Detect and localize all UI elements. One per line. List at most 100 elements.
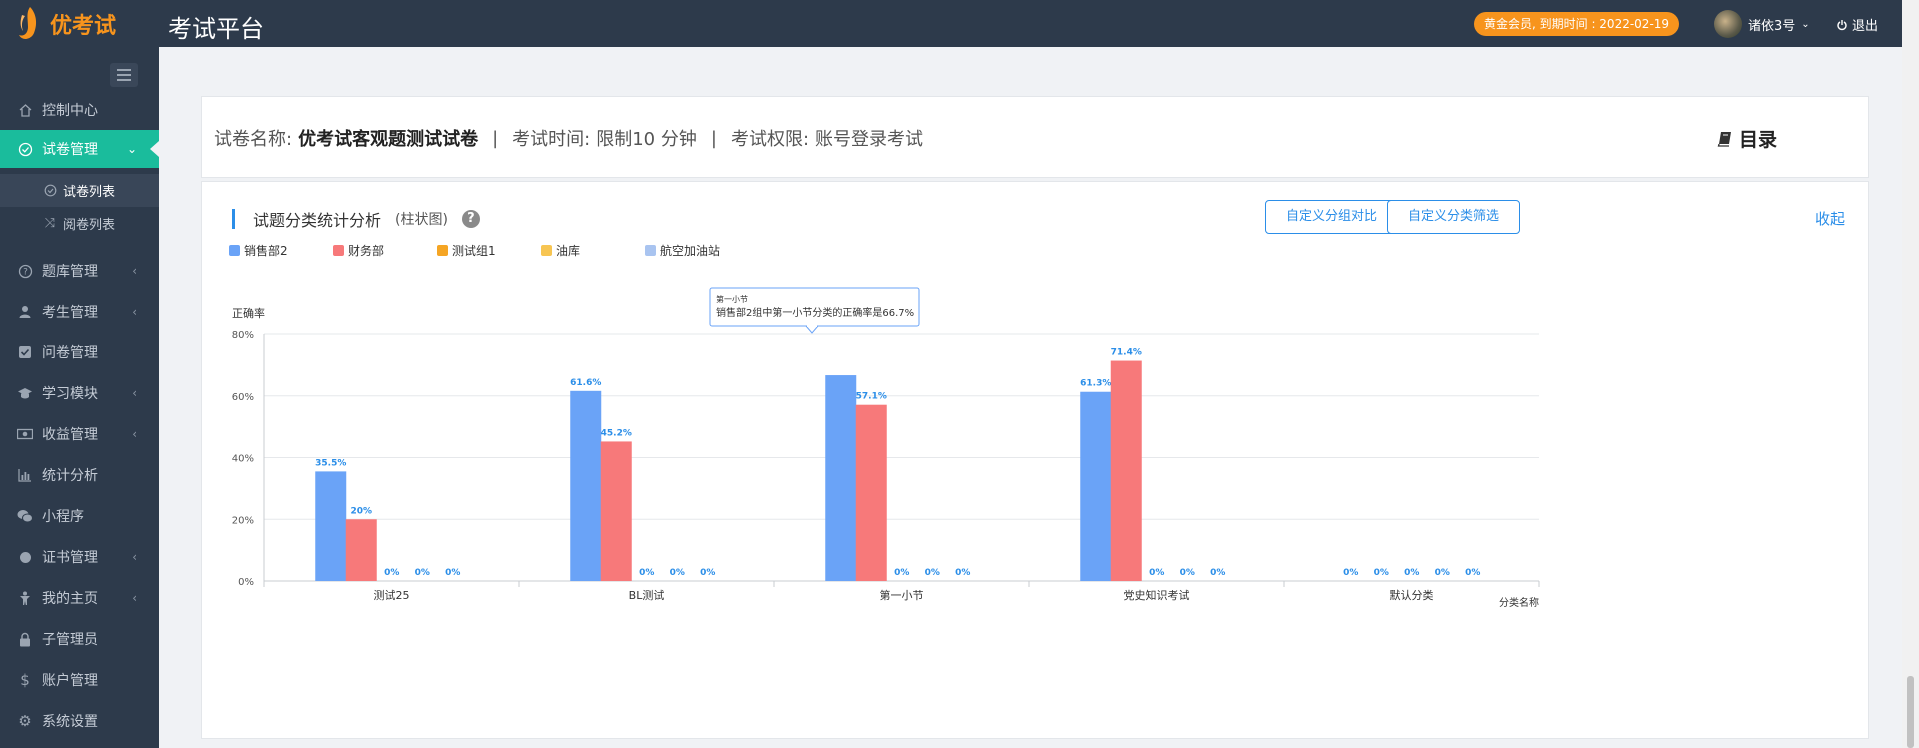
paper-info: 试卷名称: 优考试客观题测试试卷 | 考试时间: 限制10 分钟 | 考试权限:… (214, 125, 923, 151)
sidebar-item-sub-admin[interactable]: 子管理员 (0, 620, 159, 658)
menu-toggle-icon[interactable] (110, 63, 138, 87)
check-circle-icon (17, 141, 33, 157)
chevron-down-icon: ⌄ (1801, 18, 1810, 30)
sidebar-item-surveys[interactable]: 问卷管理 (0, 333, 159, 371)
sidebar-item-account[interactable]: $ 账户管理 (0, 661, 159, 699)
sidebar-item-label: 试卷管理 (42, 142, 98, 158)
sidebar-item-label: 小程序 (42, 509, 84, 525)
power-icon (1837, 19, 1847, 30)
chevron-left-icon: ‹ (132, 591, 137, 605)
bar-chart: 正确率 0% 20% 40% 60% 80% 测试25 35.5% 20% 0% 0% 0% BL测试 6… (232, 287, 1540, 609)
sidebar-item-settings[interactable]: ⚙ 系统设置 (0, 702, 159, 740)
data-label: 0% (670, 568, 685, 578)
sidebar: 控制中心 试卷管理 ⌄ 试卷列表 ⤨ 阅卷列表 ? 题库管理 ‹ 考生管理 ‹ … (0, 47, 159, 748)
data-label: 0% (1465, 568, 1480, 578)
data-label: 45.2% (601, 428, 632, 438)
sidebar-item-control-center[interactable]: 控制中心 (0, 91, 159, 129)
data-label: 0% (1343, 568, 1358, 578)
logo[interactable]: 优考试 (16, 4, 116, 44)
wechat-icon (17, 508, 33, 524)
y-tick-label: 40% (232, 454, 254, 465)
chevron-left-icon: ‹ (132, 550, 137, 564)
bar (600, 441, 632, 581)
user-menu[interactable]: 诸依3号 ⌄ (1714, 10, 1810, 38)
logout-button[interactable]: 退出 (1836, 15, 1878, 34)
x-tick-label: 默认分类 (1390, 588, 1434, 602)
bar-chart-icon (17, 467, 33, 483)
dollar-icon: $ (20, 671, 30, 689)
chart-tooltip: 第一小节销售部2组中第一小节分类的正确率是66.7% (709, 287, 920, 334)
sidebar-subitem-grading-list[interactable]: ⤨ 阅卷列表 (0, 207, 159, 240)
data-label: 71.4% (1111, 348, 1142, 358)
data-label: 0% (639, 568, 654, 578)
chevron-left-icon: ‹ (132, 427, 137, 441)
data-label: 20% (350, 506, 372, 516)
shuffle-icon: ⤨ (44, 216, 56, 231)
divider: | (492, 127, 499, 149)
sidebar-item-label: 证书管理 (42, 550, 98, 566)
exam-permission: 账号登录考试 (815, 129, 924, 150)
graduation-cap-icon (17, 385, 33, 401)
sidebar-item-label: 问卷管理 (42, 345, 98, 361)
y-tick-label: 80% (232, 330, 254, 341)
sidebar-item-my-homepage[interactable]: 我的主页 ‹ (0, 579, 159, 617)
sidebar-item-label: 控制中心 (42, 103, 98, 119)
avatar (1714, 10, 1742, 38)
sidebar-item-label: 系统设置 (42, 714, 98, 730)
sidebar-subitem-label: 试卷列表 (63, 185, 116, 200)
bar (570, 390, 602, 581)
logout-label: 退出 (1852, 19, 1879, 34)
sidebar-item-label: 学习模块 (42, 386, 98, 402)
checkbox-icon (17, 344, 33, 360)
sidebar-item-revenue[interactable]: 收益管理 ‹ (0, 415, 159, 453)
sidebar-item-label: 统计分析 (42, 468, 98, 484)
bar (315, 471, 347, 581)
sidebar-item-label: 收益管理 (42, 427, 98, 443)
sidebar-subitem-exam-list[interactable]: 试卷列表 (0, 174, 159, 207)
tooltip-pointer (804, 325, 820, 334)
y-tick-label: 60% (232, 392, 254, 403)
main-content: 试卷名称: 优考试客观题测试试卷 | 考试时间: 限制10 分钟 | 考试权限:… (159, 47, 1902, 748)
sidebar-item-mini-program[interactable]: 小程序 (0, 497, 159, 535)
sidebar-item-statistics[interactable]: 统计分析 (0, 456, 159, 494)
data-label: 57.1% (856, 392, 887, 402)
sidebar-item-question-bank[interactable]: ? 题库管理 ‹ (0, 252, 159, 290)
sidebar-item-learning[interactable]: 学习模块 ‹ (0, 374, 159, 412)
data-label: 0% (955, 568, 970, 578)
data-label: 0% (700, 568, 715, 578)
sidebar-item-exam-management[interactable]: 试卷管理 ⌄ (0, 130, 159, 168)
data-label: 0% (1404, 568, 1419, 578)
sidebar-item-certificates[interactable]: 证书管理 ‹ (0, 538, 159, 576)
x-tick-label: 第一小节 (880, 588, 924, 602)
money-icon (17, 426, 33, 442)
toc-button[interactable]: 目录 (1717, 125, 1777, 152)
exam-permission-label: 考试权限: (730, 129, 810, 150)
scrollbar-thumb[interactable] (1907, 676, 1914, 748)
y-tick-label: 20% (232, 515, 254, 526)
data-label: 61.6% (570, 378, 601, 388)
sidebar-item-label: 题库管理 (42, 264, 98, 280)
book-icon (1717, 131, 1731, 147)
data-label: 61.3% (1080, 379, 1111, 389)
exam-time: 限制10 分钟 (596, 129, 697, 150)
lock-icon (17, 631, 33, 647)
membership-badge[interactable]: 黄金会员, 到期时间 : 2022-02-19 (1474, 12, 1680, 36)
page-scrollbar[interactable] (1902, 0, 1919, 748)
data-label: 0% (894, 568, 909, 578)
gear-icon: ⚙ (18, 712, 32, 730)
data-label: 0% (415, 568, 430, 578)
user-icon (17, 304, 33, 320)
sidebar-item-label: 考生管理 (42, 305, 98, 321)
exam-time-label: 考试时间: (512, 129, 591, 150)
tooltip-box (709, 287, 920, 327)
username: 诸依3号 (1748, 18, 1796, 34)
x-tick-label: 党史知识考试 (1124, 588, 1190, 602)
data-label: 35.5% (315, 458, 346, 468)
check-circle-icon (43, 184, 57, 198)
paper-name: 优考试客观题测试试卷 (298, 129, 479, 150)
y-tick-label: 0% (238, 577, 254, 588)
paper-info-bar: 试卷名称: 优考试客观题测试试卷 | 考试时间: 限制10 分钟 | 考试权限:… (201, 96, 1869, 178)
data-label: 0% (1374, 568, 1389, 578)
y-axis-label: 正确率 (232, 306, 265, 320)
sidebar-item-candidates[interactable]: 考生管理 ‹ (0, 293, 159, 331)
